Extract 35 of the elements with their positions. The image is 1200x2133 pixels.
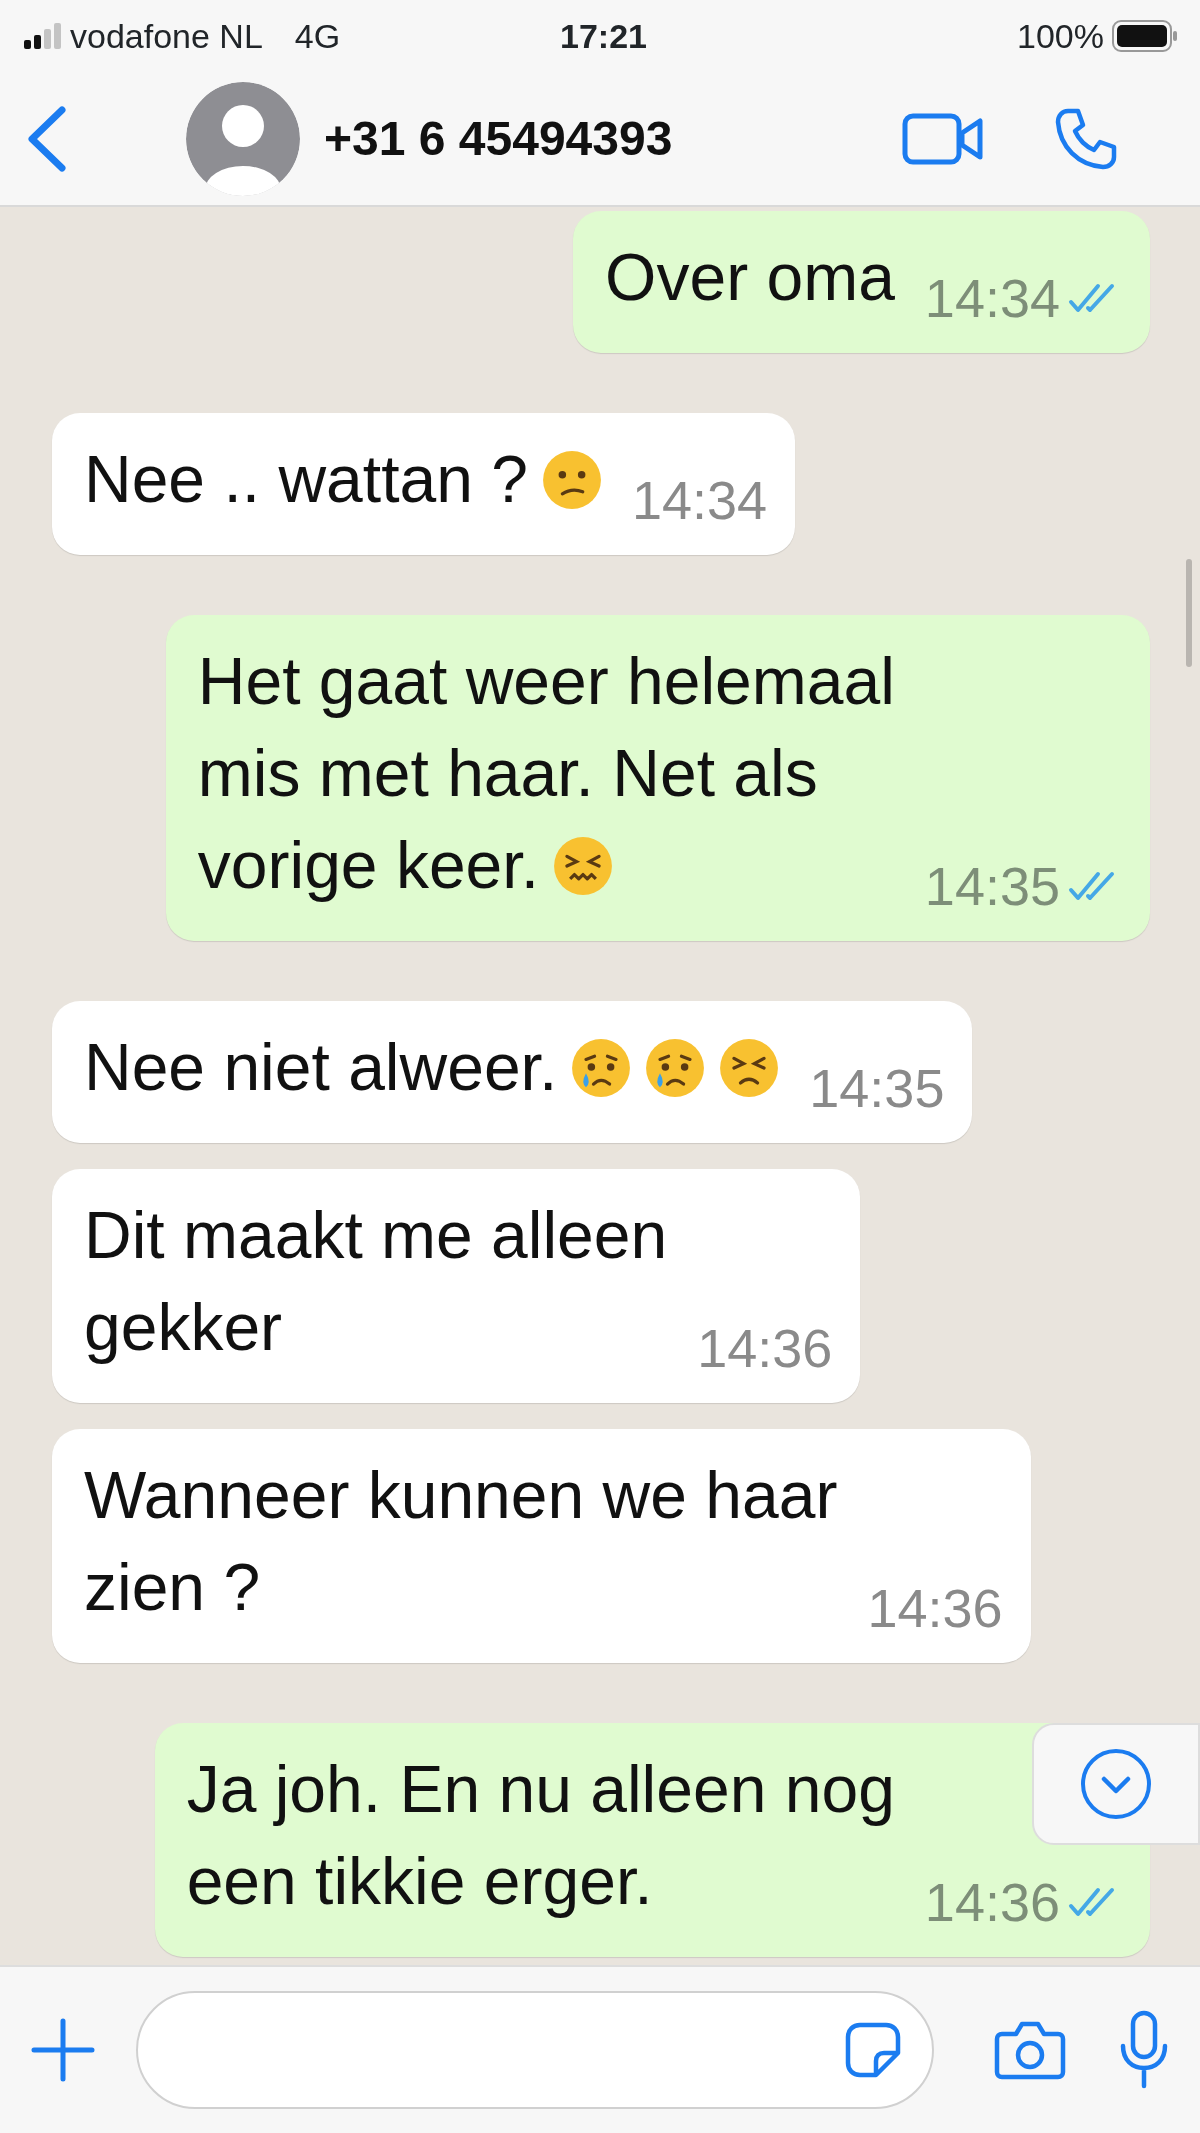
network-type: 4G [294, 15, 341, 57]
message-text: Dit maakt me alleen gekker [84, 1197, 668, 1366]
chevron-down-icon [1079, 1747, 1153, 1821]
message-time: 14:34 [631, 469, 768, 532]
camera-icon[interactable] [994, 2020, 1066, 2080]
message-time: 14:34 [924, 267, 1060, 330]
crying-face-icon [571, 1038, 632, 1098]
message-text: Nee niet alweer. [84, 1021, 780, 1113]
message-text: Over oma [605, 239, 895, 316]
message-text: Ja joh. En nu alleen nog een tikkie erger. [186, 1751, 895, 1920]
message-time: 14:35 [809, 1057, 945, 1120]
scroll-down-button[interactable] [1032, 1723, 1200, 1845]
message-text: Het gaat weer helemaal mis met haar. Net als vorige keer. [197, 643, 895, 904]
message-time: 14:36 [924, 1871, 1060, 1934]
message-time: 14:35 [924, 855, 1060, 918]
message-text: Nee .. wattan ? [84, 433, 602, 525]
phone-call-icon[interactable] [1054, 106, 1118, 171]
battery-percentage: 100% [1017, 15, 1104, 57]
message-text: Wanneer kunnen we haar zien ? [84, 1457, 838, 1626]
signal-icon [22, 23, 62, 49]
avatar-icon[interactable] [186, 81, 300, 196]
microphone-icon[interactable] [1118, 2010, 1170, 2090]
contact-name[interactable]: +31 6 45494393 [324, 102, 673, 175]
message-time: 14:36 [697, 1317, 833, 1380]
plus-icon[interactable] [30, 2017, 96, 2083]
crying-face-icon [645, 1038, 706, 1098]
message-time: 14:36 [867, 1577, 1003, 1640]
carrier-name: vodafone NL [70, 15, 263, 57]
battery-icon [1112, 20, 1178, 52]
squinting-face-icon [553, 836, 613, 896]
sticker-icon[interactable] [844, 2021, 902, 2079]
video-call-icon[interactable] [902, 112, 984, 165]
squinting-face-icon [719, 1038, 780, 1098]
clock-time: 17:21 [560, 15, 647, 57]
confused-face-icon [541, 450, 602, 510]
